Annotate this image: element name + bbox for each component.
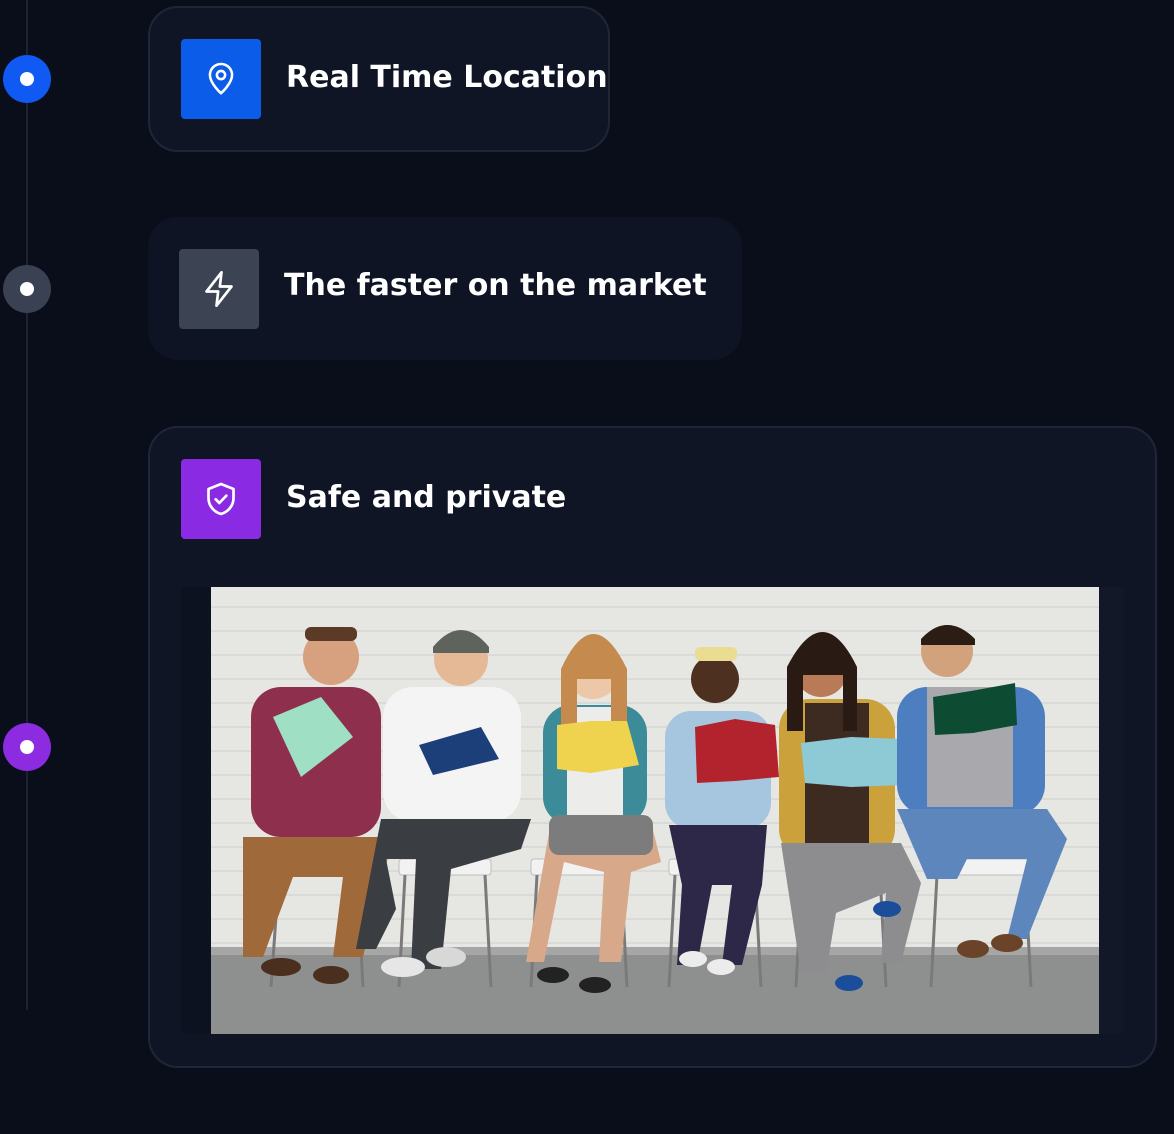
feature-timeline: Real Time Location The faster on the mar… <box>0 0 1174 1134</box>
dot-center <box>20 72 34 86</box>
dot-center <box>20 282 34 296</box>
feature-card-faster-on-market[interactable]: The faster on the market <box>148 217 742 360</box>
feature-card-real-time-location[interactable]: Real Time Location <box>148 6 610 152</box>
feature-card-safe-and-private[interactable]: Safe and private <box>148 426 1157 1068</box>
timeline-dot[interactable] <box>3 723 51 771</box>
shield-check-icon <box>181 459 261 539</box>
timeline-dot-active[interactable] <box>3 55 51 103</box>
feature-title: Safe and private <box>286 480 567 515</box>
people-reading-photo <box>181 587 1124 1034</box>
lightning-icon <box>179 249 259 329</box>
timeline-line <box>26 0 28 1010</box>
timeline-dot[interactable] <box>3 265 51 313</box>
feature-title: The faster on the market <box>284 268 707 303</box>
dot-center <box>20 740 34 754</box>
map-pin-icon <box>181 39 261 119</box>
feature-title: Real Time Location <box>286 60 608 95</box>
